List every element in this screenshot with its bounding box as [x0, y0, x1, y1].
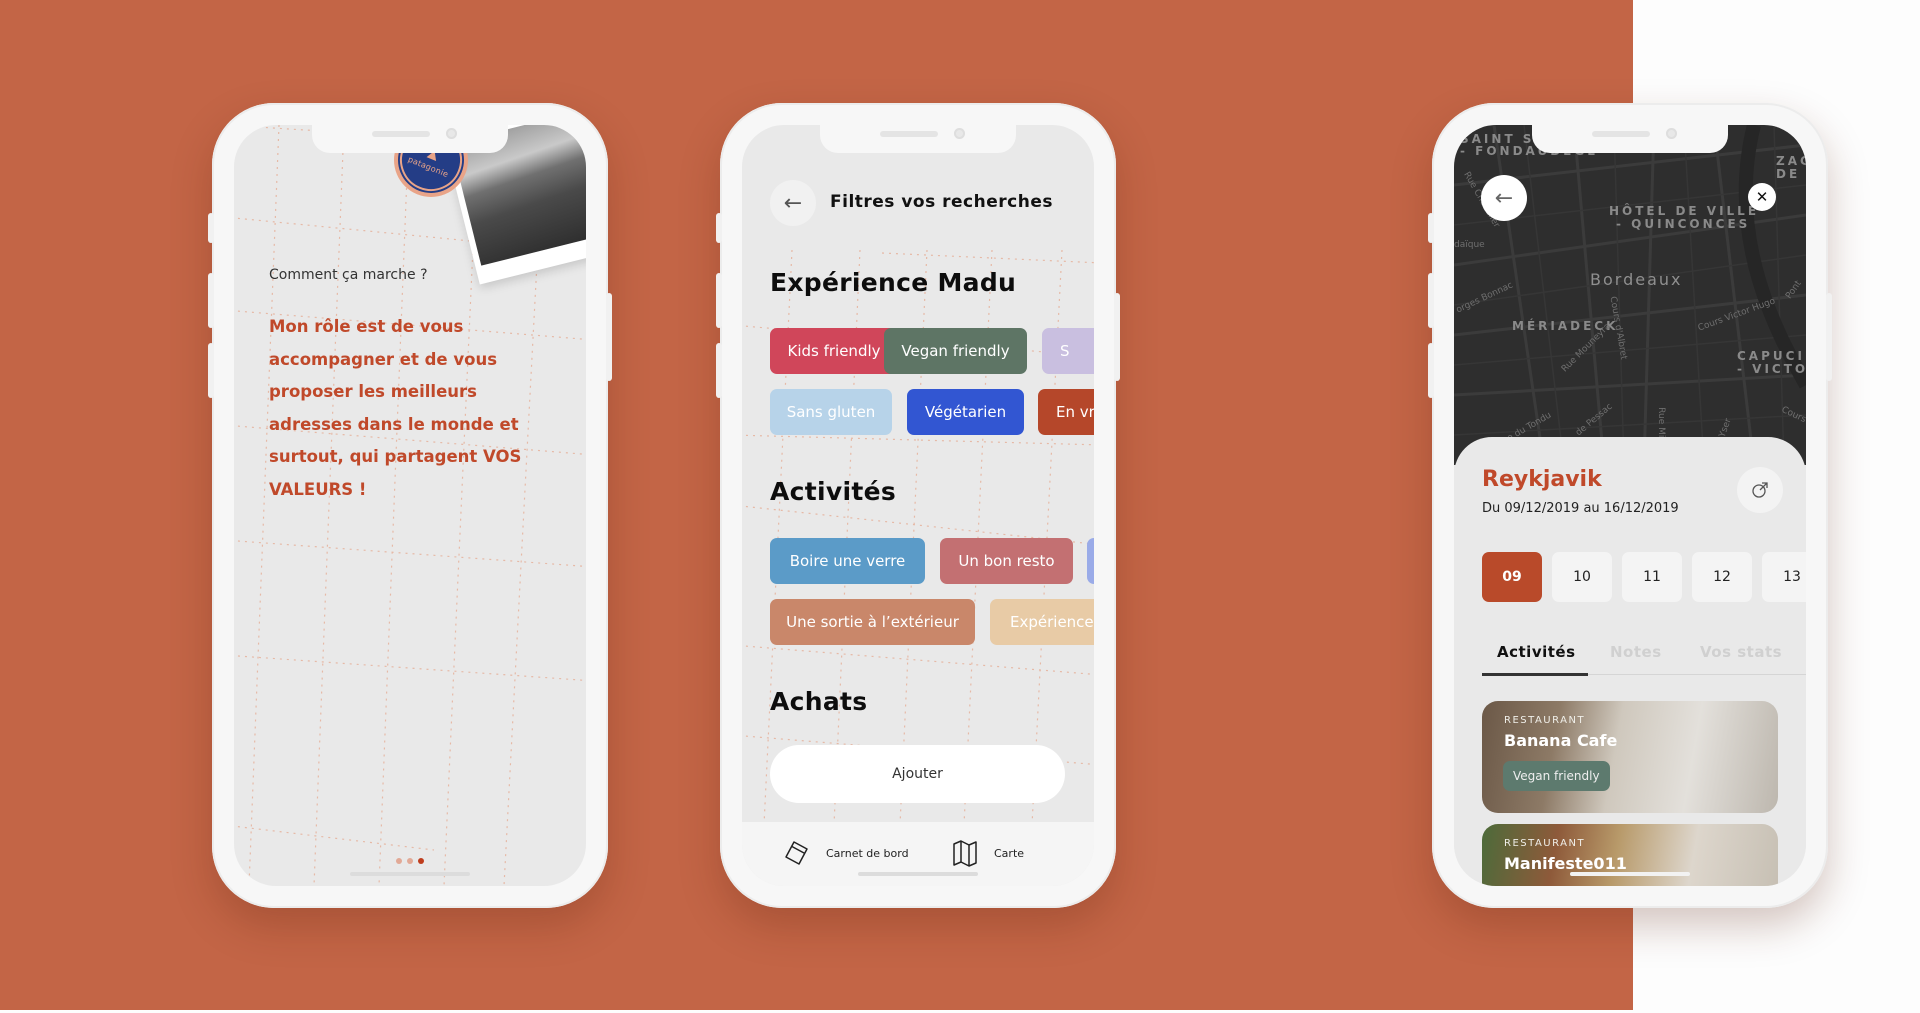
day-button-active[interactable]: 09 [1482, 552, 1542, 602]
phone-button [1428, 273, 1434, 328]
tab-label: Carnet de bord [826, 846, 909, 860]
phone-button [208, 343, 214, 398]
chip-boire-une-verre[interactable]: Boire une verre [770, 538, 925, 584]
trip-city: Reykjavik [1482, 467, 1602, 492]
tab-label: Carte [994, 846, 1025, 860]
chip-sans-gluten[interactable]: Sans gluten [770, 389, 892, 435]
home-indicator [350, 872, 470, 876]
activity-card[interactable]: RESTAURANT Manifeste011 [1482, 824, 1778, 886]
pager-dot[interactable] [407, 858, 413, 864]
arrow-left-icon: ← [1494, 185, 1514, 211]
back-button[interactable]: ← [1481, 175, 1527, 221]
card-type: RESTAURANT [1504, 715, 1586, 726]
close-icon: ✕ [1755, 188, 1769, 206]
tab-notes[interactable]: Notes [1610, 643, 1662, 661]
activity-card[interactable]: RESTAURANT Banana Cafe Vegan friendly [1482, 701, 1778, 813]
day-button[interactable]: 13 [1762, 552, 1806, 602]
notebook-icon [785, 841, 808, 865]
map-district-label: - VICTOI [1737, 362, 1806, 376]
home-indicator [1570, 872, 1690, 876]
phone-button [1428, 343, 1434, 398]
map-district-label: DE [1776, 167, 1801, 181]
bottom-tab-bar: Carnet de bord Carte [742, 822, 1094, 886]
chip-sortie-exterieur[interactable]: Une sortie à l’extérieur [770, 599, 975, 645]
phone-button [1114, 293, 1120, 381]
day-button[interactable]: 11 [1622, 552, 1682, 602]
day-button[interactable]: 12 [1692, 552, 1752, 602]
tab-carnet-de-bord[interactable]: Carnet de bord [782, 838, 909, 868]
phone-button [716, 213, 722, 243]
tab-vos-stats[interactable]: Vos stats [1700, 643, 1782, 661]
screen: SAINT SE - FONDAUDEGE HÔTEL DE VILLE - Q… [1454, 125, 1806, 886]
trip-sheet: Reykjavik Du 09/12/2019 au 16/12/2019 09… [1454, 437, 1806, 886]
phone-button [716, 343, 722, 398]
card-name: Banana Cafe [1504, 731, 1618, 750]
section-heading-experience: Expérience Madu [770, 268, 1017, 297]
arrow-left-icon: ← [783, 190, 803, 216]
notch [1532, 125, 1728, 153]
tab-activites[interactable]: Activités [1497, 643, 1576, 661]
day-button[interactable]: 10 [1552, 552, 1612, 602]
back-button[interactable]: ← [770, 180, 816, 226]
close-button[interactable]: ✕ [1748, 183, 1776, 211]
phone-button [1826, 293, 1832, 381]
screen: ⛰ patagonie Comment ça marche ? Mon rôle… [234, 125, 586, 886]
pager-dot[interactable] [396, 858, 402, 864]
add-button[interactable]: Ajouter [770, 745, 1065, 803]
chip-experience[interactable]: Expérience [990, 599, 1094, 645]
stage: ⛰ patagonie Comment ça marche ? Mon rôle… [0, 0, 1920, 1013]
section-heading-achats: Achats [770, 687, 868, 716]
chip-truncated[interactable] [1087, 538, 1094, 584]
intro-paragraph: Mon rôle est de vous accompagner et de v… [269, 317, 522, 499]
card-name: Manifeste011 [1504, 854, 1627, 873]
card-tag: Vegan friendly [1503, 761, 1610, 791]
home-indicator [858, 872, 978, 876]
map-district-label: - QUINCONCES [1616, 217, 1751, 231]
how-it-works-label: Comment ça marche ? [269, 267, 428, 283]
section-heading-activites: Activités [770, 477, 897, 506]
map-city-label: Bordeaux [1590, 270, 1683, 289]
notch [820, 125, 1016, 153]
trip-dates: Du 09/12/2019 au 16/12/2019 [1482, 501, 1679, 516]
phone-button [208, 213, 214, 243]
page-title: Filtres vos recherches [830, 192, 1053, 212]
screen: ← Filtres vos recherches Expérience Madu… [742, 125, 1094, 886]
pager-dot-active[interactable] [418, 858, 424, 864]
phone-button [716, 273, 722, 328]
phone-button [208, 273, 214, 328]
chip-en-vrac[interactable]: En vr [1038, 389, 1094, 435]
phone-onboarding: ⛰ patagonie Comment ça marche ? Mon rôle… [208, 103, 612, 908]
chip-kids-friendly[interactable]: Kids friendly [770, 328, 898, 374]
phone-button [606, 293, 612, 381]
notch [312, 125, 508, 153]
active-tab-indicator [1482, 673, 1588, 676]
phone-button [1428, 213, 1434, 243]
chip-vegetarien[interactable]: Végétarien [907, 389, 1024, 435]
chip-truncated[interactable]: S [1042, 328, 1094, 374]
phone-trip: SAINT SE - FONDAUDEGE HÔTEL DE VILLE - Q… [1428, 103, 1832, 908]
card-type: RESTAURANT [1504, 838, 1586, 849]
chip-un-bon-resto[interactable]: Un bon resto [940, 538, 1073, 584]
map-icon [953, 840, 977, 867]
day-selector: 09 10 11 12 13 [1482, 552, 1806, 602]
chip-vegan-friendly[interactable]: Vegan friendly [884, 328, 1027, 374]
share-button[interactable] [1737, 467, 1783, 513]
trip-tabs: Activités Notes Vos stats [1482, 637, 1806, 676]
tab-carte[interactable]: Carte [950, 838, 1024, 868]
map-street-label: daïque [1454, 240, 1485, 250]
phone-filters: ← Filtres vos recherches Expérience Madu… [716, 103, 1120, 908]
pager-dots[interactable] [396, 858, 424, 864]
external-link-icon [1752, 482, 1768, 498]
